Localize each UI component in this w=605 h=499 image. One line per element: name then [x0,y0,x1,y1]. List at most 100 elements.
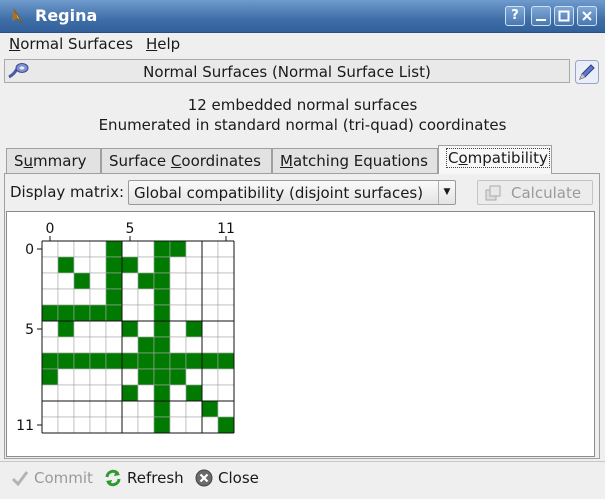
matrix-cell [169,272,187,290]
matrix-cell [73,416,91,434]
matrix-cell [89,240,107,258]
calculate-button[interactable]: Calculate [477,180,593,205]
matrix-cell [89,416,107,434]
matrix-cell [121,256,139,274]
row-label: 11 [16,418,34,434]
matrix-cell [217,368,235,386]
matrix-cell [73,304,91,322]
matrix-cell [57,304,75,322]
matrix-cell [201,272,219,290]
calculate-label: Calculate [511,184,582,202]
matrix-cell [185,272,203,290]
matrix-cell [201,416,219,434]
matrix-cell [41,256,59,274]
matrix-cell [41,304,59,322]
column-label: 11 [217,221,235,237]
matrix-cell [153,400,171,418]
matrix-cell [185,416,203,434]
matrix-cell [217,384,235,402]
matrix-cell [105,368,123,386]
matrix-cell [73,368,91,386]
matrix-cell [201,256,219,274]
matrix-cell [41,336,59,354]
matrix-cell [105,400,123,418]
matrix-cell [201,336,219,354]
matrix-cell [73,256,91,274]
tab-mnemonic: M [280,152,293,170]
matrix-cell [89,352,107,370]
matrix-cell [153,368,171,386]
matrix-cell [121,368,139,386]
matrix-cell [89,288,107,306]
matrix-cell [217,336,235,354]
matrix-cell [89,384,107,402]
matrix-cell [57,368,75,386]
matrix-cell [41,320,59,338]
menu-label: elp [157,35,181,53]
menu-help[interactable]: Help [146,35,180,53]
tab-summary[interactable]: Summary [6,148,101,173]
matrix-cell [121,384,139,402]
matrix-cell [105,384,123,402]
matrix-cell [153,320,171,338]
matrix-cell [41,368,59,386]
matrix-cell [169,320,187,338]
tab-matching-equations[interactable]: Matching Equations [272,148,438,173]
matrix-cell [57,400,75,418]
tab-surface-coordinates[interactable]: Surface Coordinates [101,148,272,173]
packet-header: Normal Surfaces (Normal Surface List) [4,59,570,83]
tab-compatibility[interactable]: Compatibility [438,145,552,174]
close-label: Close [218,469,259,487]
matrix-cell [57,384,75,402]
matrix-cell [185,384,203,402]
matrix-cell [169,400,187,418]
maximize-window-button[interactable] [554,6,574,26]
tab-mnemonic: o [458,149,468,167]
matrix-cell [185,368,203,386]
regina-app-icon [12,8,23,24]
matrix-cell [153,288,171,306]
matrix-cell [73,240,91,258]
minimize-window-button[interactable] [531,6,551,26]
matrix-cell [185,288,203,306]
matrix-cell [41,240,59,258]
matrix-cell [217,416,235,434]
matrix-cell [41,288,59,306]
matrix-cell [121,288,139,306]
matrix-cell [41,416,59,434]
matrix-cell [57,416,75,434]
matrix-cell [73,320,91,338]
matrix-cell [41,400,59,418]
matrix-cell [73,272,91,290]
row-label: 5 [25,322,34,338]
close-window-button[interactable] [577,6,597,26]
calculate-icon [485,185,501,201]
matrix-cell [169,304,187,322]
coordinate-system-text: Enumerated in standard normal (tri-quad)… [98,116,507,134]
tab-label: S [14,152,24,170]
matrix-cell [57,256,75,274]
matrix-cell [201,400,219,418]
matrix-cell [89,336,107,354]
matrix-cell [105,320,123,338]
matrix-view: 0 5 11 0 5 11 [6,211,595,457]
matrix-cell [57,272,75,290]
matrix-cell [105,416,123,434]
matrix-cell [169,288,187,306]
matrix-cell [89,304,107,322]
matrix-cell [169,352,187,370]
matrix-cell [89,320,107,338]
matrix-cell [153,416,171,434]
menu-normal-surfaces[interactable]: Normal Surfaces [9,35,133,53]
help-window-button[interactable]: ? [505,6,525,26]
bottom-separator [0,461,605,462]
display-matrix-select[interactable]: Global compatibility (disjoint surfaces)… [128,180,456,205]
matrix-cell [217,352,235,370]
matrix-cell [73,384,91,402]
matrix-cell [57,240,75,258]
tab-label: C [448,149,459,167]
matrix-cell [185,320,203,338]
minimize-icon [536,19,546,21]
edit-pencil-icon[interactable] [575,60,599,84]
menu-mnemonic: H [146,35,158,53]
